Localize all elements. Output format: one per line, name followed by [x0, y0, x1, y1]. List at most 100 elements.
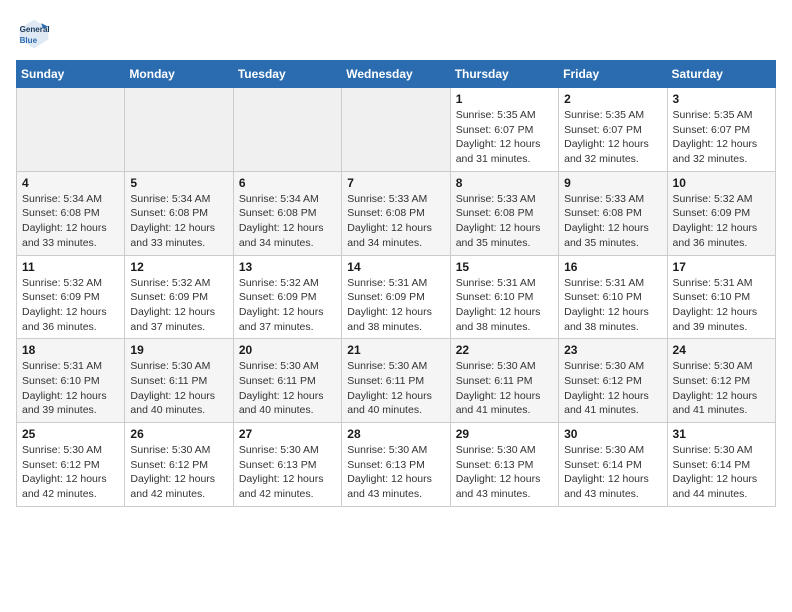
week-row-1: 1 Sunrise: 5:35 AM Sunset: 6:07 PM Daylig… — [17, 88, 776, 172]
day-number-16: 16 — [564, 260, 661, 274]
day-number-6: 6 — [239, 176, 336, 190]
day-number-24: 24 — [673, 343, 770, 357]
day-cell-8: 8Sunrise: 5:33 AM Sunset: 6:08 PM Daylig… — [450, 171, 558, 255]
day-number-27: 27 — [239, 427, 336, 441]
day-info-30: Sunrise: 5:30 AM Sunset: 6:14 PM Dayligh… — [564, 443, 661, 502]
day-info-26: Sunrise: 5:30 AM Sunset: 6:12 PM Dayligh… — [130, 443, 227, 502]
day-info-24: Sunrise: 5:30 AM Sunset: 6:12 PM Dayligh… — [673, 359, 770, 418]
day-cell-26: 26 Sunrise: 5:30 AM Sunset: 6:12 PM Dayli… — [125, 423, 233, 507]
day-cell-1: 1 Sunrise: 5:35 AM Sunset: 6:07 PM Daylig… — [450, 88, 558, 172]
day-info-1: Sunrise: 5:35 AM Sunset: 6:07 PM Dayligh… — [456, 108, 553, 167]
day-number-3: 3 — [673, 92, 770, 106]
day-number-25: 25 — [22, 427, 119, 441]
day-number-2: 2 — [564, 92, 661, 106]
day-cell-31: 31Sunrise: 5:30 AM Sunset: 6:14 PM Dayli… — [667, 423, 775, 507]
day-cell-4: 4 Sunrise: 5:34 AM Sunset: 6:08 PM Daylig… — [17, 171, 125, 255]
day-info-23: Sunrise: 5:30 AM Sunset: 6:12 PM Dayligh… — [564, 359, 661, 418]
day-info-12: Sunrise: 5:32 AM Sunset: 6:09 PM Dayligh… — [130, 276, 227, 335]
day-cell-22: 22 Sunrise: 5:30 AM Sunset: 6:11 PM Dayli… — [450, 339, 558, 423]
day-info-21: Sunrise: 5:30 AM Sunset: 6:11 PM Dayligh… — [347, 359, 444, 418]
day-cell-30: 30 Sunrise: 5:30 AM Sunset: 6:14 PM Dayli… — [559, 423, 667, 507]
day-info-29: Sunrise: 5:30 AM Sunset: 6:13 PM Dayligh… — [456, 443, 553, 502]
day-number-28: 28 — [347, 427, 444, 441]
day-info-16: Sunrise: 5:31 AM Sunset: 6:10 PM Dayligh… — [564, 276, 661, 335]
day-info-6: Sunrise: 5:34 AM Sunset: 6:08 PM Dayligh… — [239, 192, 336, 251]
day-info-5: Sunrise: 5:34 AM Sunset: 6:08 PM Dayligh… — [130, 192, 227, 251]
day-number-26: 26 — [130, 427, 227, 441]
day-number-30: 30 — [564, 427, 661, 441]
empty-cell — [233, 88, 341, 172]
day-cell-15: 15 Sunrise: 5:31 AM Sunset: 6:10 PM Dayli… — [450, 255, 558, 339]
day-info-17: Sunrise: 5:31 AM Sunset: 6:10 PM Dayligh… — [673, 276, 770, 335]
day-info-19: Sunrise: 5:30 AM Sunset: 6:11 PM Dayligh… — [130, 359, 227, 418]
day-info-11: Sunrise: 5:32 AM Sunset: 6:09 PM Dayligh… — [22, 276, 119, 335]
day-cell-18: 18 Sunrise: 5:31 AM Sunset: 6:10 PM Dayli… — [17, 339, 125, 423]
calendar-table: SundayMondayTuesdayWednesdayThursdayFrid… — [16, 60, 776, 507]
day-number-22: 22 — [456, 343, 553, 357]
day-number-9: 9 — [564, 176, 661, 190]
day-info-13: Sunrise: 5:32 AM Sunset: 6:09 PM Dayligh… — [239, 276, 336, 335]
day-number-19: 19 — [130, 343, 227, 357]
weekday-sunday: Sunday — [17, 61, 125, 88]
day-number-11: 11 — [22, 260, 119, 274]
day-info-15: Sunrise: 5:31 AM Sunset: 6:10 PM Dayligh… — [456, 276, 553, 335]
day-number-18: 18 — [22, 343, 119, 357]
day-info-27: Sunrise: 5:30 AM Sunset: 6:13 PM Dayligh… — [239, 443, 336, 502]
day-cell-20: 20Sunrise: 5:30 AM Sunset: 6:11 PM Dayli… — [233, 339, 341, 423]
day-info-4: Sunrise: 5:34 AM Sunset: 6:08 PM Dayligh… — [22, 192, 119, 251]
empty-cell — [17, 88, 125, 172]
page-header: General Blue — [16, 16, 776, 52]
empty-cell — [342, 88, 450, 172]
day-number-15: 15 — [456, 260, 553, 274]
svg-text:Blue: Blue — [20, 36, 38, 45]
weekday-saturday: Saturday — [667, 61, 775, 88]
logo: General Blue — [16, 16, 56, 52]
day-info-2: Sunrise: 5:35 AM Sunset: 6:07 PM Dayligh… — [564, 108, 661, 167]
day-cell-19: 19 Sunrise: 5:30 AM Sunset: 6:11 PM Dayli… — [125, 339, 233, 423]
day-number-13: 13 — [239, 260, 336, 274]
day-cell-16: 16 Sunrise: 5:31 AM Sunset: 6:10 PM Dayli… — [559, 255, 667, 339]
day-cell-28: 28 Sunrise: 5:30 AM Sunset: 6:13 PM Dayli… — [342, 423, 450, 507]
day-number-31: 31 — [673, 427, 770, 441]
day-number-23: 23 — [564, 343, 661, 357]
day-cell-10: 10 Sunrise: 5:32 AM Sunset: 6:09 PM Dayli… — [667, 171, 775, 255]
day-cell-2: 2 Sunrise: 5:35 AM Sunset: 6:07 PM Daylig… — [559, 88, 667, 172]
week-row-5: 25 Sunrise: 5:30 AM Sunset: 6:12 PM Dayli… — [17, 423, 776, 507]
weekday-tuesday: Tuesday — [233, 61, 341, 88]
day-number-20: 20 — [239, 343, 336, 357]
day-number-21: 21 — [347, 343, 444, 357]
day-info-18: Sunrise: 5:31 AM Sunset: 6:10 PM Dayligh… — [22, 359, 119, 418]
day-info-22: Sunrise: 5:30 AM Sunset: 6:11 PM Dayligh… — [456, 359, 553, 418]
day-cell-7: 7 Sunrise: 5:33 AM Sunset: 6:08 PM Daylig… — [342, 171, 450, 255]
day-number-12: 12 — [130, 260, 227, 274]
day-cell-12: 12 Sunrise: 5:32 AM Sunset: 6:09 PM Dayli… — [125, 255, 233, 339]
day-info-28: Sunrise: 5:30 AM Sunset: 6:13 PM Dayligh… — [347, 443, 444, 502]
day-number-14: 14 — [347, 260, 444, 274]
weekday-friday: Friday — [559, 61, 667, 88]
day-info-7: Sunrise: 5:33 AM Sunset: 6:08 PM Dayligh… — [347, 192, 444, 251]
day-cell-9: 9 Sunrise: 5:33 AM Sunset: 6:08 PM Daylig… — [559, 171, 667, 255]
day-cell-23: 23 Sunrise: 5:30 AM Sunset: 6:12 PM Dayli… — [559, 339, 667, 423]
day-cell-27: 27 Sunrise: 5:30 AM Sunset: 6:13 PM Dayli… — [233, 423, 341, 507]
day-cell-5: 5Sunrise: 5:34 AM Sunset: 6:08 PM Daylig… — [125, 171, 233, 255]
day-cell-11: 11 Sunrise: 5:32 AM Sunset: 6:09 PM Dayli… — [17, 255, 125, 339]
day-number-1: 1 — [456, 92, 553, 106]
day-number-7: 7 — [347, 176, 444, 190]
day-info-14: Sunrise: 5:31 AM Sunset: 6:09 PM Dayligh… — [347, 276, 444, 335]
day-cell-25: 25Sunrise: 5:30 AM Sunset: 6:12 PM Dayli… — [17, 423, 125, 507]
day-cell-29: 29Sunrise: 5:30 AM Sunset: 6:13 PM Dayli… — [450, 423, 558, 507]
weekday-thursday: Thursday — [450, 61, 558, 88]
day-cell-6: 6 Sunrise: 5:34 AM Sunset: 6:08 PM Daylig… — [233, 171, 341, 255]
week-row-4: 18 Sunrise: 5:31 AM Sunset: 6:10 PM Dayli… — [17, 339, 776, 423]
logo-icon: General Blue — [16, 16, 52, 52]
day-number-10: 10 — [673, 176, 770, 190]
day-cell-17: 17Sunrise: 5:31 AM Sunset: 6:10 PM Dayli… — [667, 255, 775, 339]
day-info-9: Sunrise: 5:33 AM Sunset: 6:08 PM Dayligh… — [564, 192, 661, 251]
day-cell-14: 14 Sunrise: 5:31 AM Sunset: 6:09 PM Dayli… — [342, 255, 450, 339]
day-info-10: Sunrise: 5:32 AM Sunset: 6:09 PM Dayligh… — [673, 192, 770, 251]
week-row-3: 11 Sunrise: 5:32 AM Sunset: 6:09 PM Dayli… — [17, 255, 776, 339]
weekday-header-row: SundayMondayTuesdayWednesdayThursdayFrid… — [17, 61, 776, 88]
day-info-3: Sunrise: 5:35 AM Sunset: 6:07 PM Dayligh… — [673, 108, 770, 167]
day-number-4: 4 — [22, 176, 119, 190]
day-cell-24: 24 Sunrise: 5:30 AM Sunset: 6:12 PM Dayli… — [667, 339, 775, 423]
